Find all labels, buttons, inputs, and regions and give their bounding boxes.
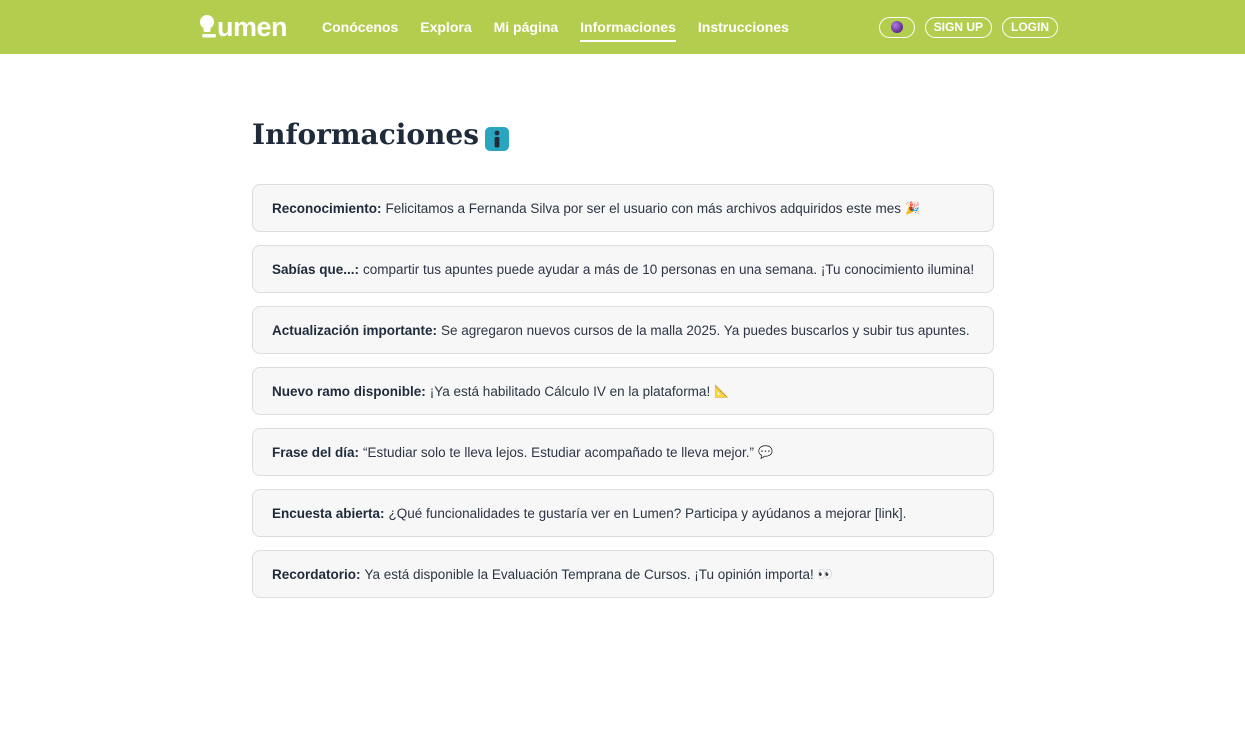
notice-text: ¿Qué funcionalidades te gustaría ver en … [388, 505, 907, 521]
navbar-inner: umen Conócenos Explora Mi página Informa… [198, 0, 1058, 54]
notice-card: Frase del día: “Estudiar solo te lleva l… [252, 428, 994, 476]
logo-text: umen [217, 11, 288, 42]
lightbulb-icon [200, 15, 216, 38]
title-row: Informaciones [252, 114, 994, 154]
notice-text: Felicitamos a Fernanda Silva por ser el … [385, 200, 902, 216]
notice-label: Frase del día: [272, 444, 360, 460]
party-popper-icon: 🎉 [905, 201, 920, 215]
notice-card: Encuesta abierta: ¿Qué funcionalidades t… [252, 489, 994, 537]
page-title: Informaciones [252, 117, 479, 151]
notice-text: Ya está disponible la Evaluación Tempran… [364, 566, 814, 582]
info-icon [485, 127, 509, 151]
signup-button[interactable]: SIGN UP [924, 16, 992, 38]
theme-toggle-button[interactable] [878, 16, 915, 38]
eyes-icon: 👀 [817, 567, 833, 581]
notice-card: Sabías que...: compartir tus apuntes pue… [252, 245, 994, 293]
notice-label: Reconocimiento: [272, 200, 382, 216]
main-nav: Conócenos Explora Mi página Informacione… [322, 0, 811, 54]
notice-card: Reconocimiento: Felicitamos a Fernanda S… [252, 184, 994, 232]
speech-bubble-icon: 💬 [758, 445, 773, 459]
notice-label: Recordatorio: [272, 566, 361, 582]
nav-informaciones[interactable]: Informaciones [580, 0, 676, 54]
nav-instrucciones[interactable]: Instrucciones [698, 0, 789, 54]
notice-card: Actualización importante: Se agregaron n… [252, 306, 994, 354]
notice-label: Sabías que...: [272, 261, 360, 277]
notice-text: compartir tus apuntes puede ayudar a más… [363, 261, 975, 277]
triangular-ruler-icon: 📐 [714, 384, 730, 398]
nav-explora[interactable]: Explora [420, 0, 471, 54]
notice-label: Actualización importante: [272, 322, 438, 338]
login-button[interactable]: LOGIN [1002, 16, 1058, 38]
notice-text: Se agregaron nuevos cursos de la malla 2… [441, 322, 970, 338]
moon-icon [890, 21, 903, 33]
notice-card: Nuevo ramo disponible: ¡Ya está habilita… [252, 367, 994, 415]
notice-label: Nuevo ramo disponible: [272, 383, 426, 399]
nav-conocenos[interactable]: Conócenos [322, 0, 398, 54]
notice-text: “Estudiar solo te lleva lejos. Estudiar … [363, 444, 754, 460]
notice-label: Encuesta abierta: [272, 505, 385, 521]
lumen-logo[interactable]: umen [198, 0, 288, 54]
notices-list: Reconocimiento: Felicitamos a Fernanda S… [252, 184, 994, 598]
nav-actions: SIGN UP LOGIN [878, 16, 1058, 38]
notice-text: ¡Ya está habilitado Cálculo IV en la pla… [429, 383, 711, 399]
notice-card: Recordatorio: Ya está disponible la Eval… [252, 550, 994, 598]
nav-mi-pagina[interactable]: Mi página [494, 0, 559, 54]
top-navbar: umen Conócenos Explora Mi página Informa… [0, 0, 1245, 54]
main-content: Informaciones Reconocimiento: Felicitamo… [252, 114, 994, 611]
